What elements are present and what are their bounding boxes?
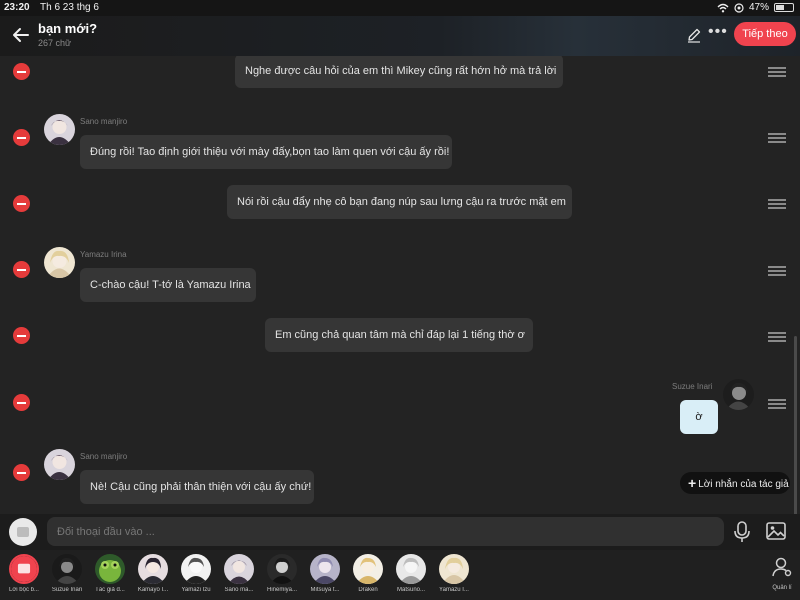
character-item[interactable]: Draken <box>348 554 388 593</box>
chapter-header: bạn mới? 267 chữ ••• Tiếp theo <box>0 16 800 56</box>
character-avatar <box>224 554 254 584</box>
narration-bubble[interactable]: Nói rồi cậu đẩy nhẹ cô bạn đang núp sau … <box>227 185 572 219</box>
drag-handle-icon[interactable] <box>768 332 786 342</box>
character-label: Lời bộc b... <box>9 587 39 593</box>
message-list[interactable]: Nghe được câu hỏi của em thì Mikey cũng … <box>0 56 800 514</box>
character-label: Tác giả đ... <box>95 587 125 593</box>
my-message-bubble[interactable]: ờ <box>680 400 718 434</box>
drag-handle-icon[interactable] <box>768 199 786 209</box>
character-label: Kamayo I... <box>137 587 169 593</box>
avatar-sano-manjiro[interactable] <box>44 114 75 145</box>
character-item[interactable]: Kamayo I... <box>133 554 173 593</box>
manage-person-icon <box>772 557 792 577</box>
character-item[interactable]: Matsuno... <box>391 554 431 593</box>
composer-bar <box>0 514 800 550</box>
narration-bubble[interactable]: Em cũng chả quan tâm mà chỉ đáp lại 1 ti… <box>265 318 533 352</box>
status-icons: 47% <box>717 2 794 13</box>
delete-message-button[interactable] <box>13 195 30 212</box>
narration-toggle-button[interactable] <box>9 518 37 546</box>
manage-label: Quản lí <box>772 585 792 591</box>
character-item[interactable]: Sano ma... <box>219 554 259 593</box>
back-arrow-icon[interactable] <box>10 24 32 46</box>
delete-message-button[interactable] <box>13 261 30 278</box>
character-avatar <box>439 554 469 584</box>
status-bar: 23:20 Th 6 23 thg 6 47% <box>0 0 800 16</box>
message-bubble[interactable]: Nè! Cậu cũng phải thân thiện với cậu ấy … <box>80 470 314 504</box>
character-avatar <box>353 554 383 584</box>
delete-message-button[interactable] <box>13 394 30 411</box>
character-avatar <box>95 554 125 584</box>
microphone-icon[interactable] <box>733 521 751 543</box>
character-item[interactable]: Yamazi Izu <box>176 554 216 593</box>
delete-message-button[interactable] <box>13 464 30 481</box>
character-label: Yamazu I... <box>439 587 469 593</box>
character-label: Hinemiya... <box>266 587 297 593</box>
character-item[interactable]: Mitsuya t... <box>305 554 345 593</box>
status-date: Th 6 23 thg 6 <box>40 2 99 13</box>
image-icon[interactable] <box>766 522 786 540</box>
sender-name: Yamazu Irina <box>80 250 127 259</box>
drag-handle-icon[interactable] <box>768 67 786 77</box>
pencil-icon[interactable] <box>686 27 702 43</box>
character-label: Sano ma... <box>224 587 254 593</box>
message-bubble[interactable]: C-chào cậu! T-tớ là Yamazu Irina <box>80 268 256 302</box>
character-label: Draken <box>358 587 378 593</box>
delete-message-button[interactable] <box>13 129 30 146</box>
status-time: 23:20 <box>4 2 30 13</box>
dialogue-input[interactable] <box>47 517 724 546</box>
character-avatar <box>181 554 211 584</box>
manage-characters-button[interactable]: Quản lí <box>768 556 796 591</box>
sender-name: Sano manjiro <box>80 452 128 461</box>
character-item[interactable]: Tác giả đ... <box>90 554 130 593</box>
character-avatar <box>267 554 297 584</box>
author-note-button[interactable]: + Lời nhắn của tác giả <box>680 472 790 494</box>
narration-bubble[interactable]: Nghe được câu hỏi của em thì Mikey cũng … <box>235 56 563 88</box>
drag-handle-icon[interactable] <box>768 266 786 276</box>
character-avatar <box>310 554 340 584</box>
delete-message-button[interactable] <box>13 327 30 344</box>
avatar-sano-manjiro[interactable] <box>44 449 75 480</box>
character-avatar <box>9 554 39 584</box>
character-strip: Lời bộc b... Suzue Inari Tác giả đ... Kamay… <box>0 550 800 600</box>
character-label: Suzue Inari <box>51 587 83 593</box>
plus-icon: + <box>688 475 697 491</box>
character-avatar <box>138 554 168 584</box>
character-item[interactable]: Lời bộc b... <box>4 554 44 593</box>
delete-message-button[interactable] <box>13 63 30 80</box>
scrollbar[interactable] <box>794 336 797 514</box>
battery-percent: 47% <box>748 2 769 13</box>
word-count: 267 chữ <box>38 38 72 48</box>
message-bubble[interactable]: Đúng rồi! Tao định giới thiệu với mày đấ… <box>80 135 452 169</box>
drag-handle-icon[interactable] <box>768 399 786 409</box>
drag-handle-icon[interactable] <box>768 133 786 143</box>
battery-icon <box>774 3 794 12</box>
character-avatar <box>396 554 426 584</box>
avatar-yamazu-irina[interactable] <box>44 247 75 278</box>
character-item[interactable]: Yamazu I... <box>434 554 474 593</box>
location-icon <box>734 2 744 13</box>
wifi-icon <box>717 3 729 12</box>
character-label: Matsuno... <box>396 587 425 593</box>
character-label: Mitsuya t... <box>310 587 340 593</box>
sender-name: Suzue Inari <box>672 382 713 391</box>
avatar-suzue-inari[interactable] <box>723 379 754 410</box>
author-note-label: Lời nhắn của tác giả <box>698 479 789 490</box>
character-label: Yamazi Izu <box>181 587 211 593</box>
chapter-title: bạn mới? <box>38 21 98 36</box>
more-options-button[interactable]: ••• <box>708 24 730 43</box>
character-item[interactable]: Hinemiya... <box>262 554 302 593</box>
next-button[interactable]: Tiếp theo <box>734 22 796 46</box>
character-item[interactable]: Suzue Inari <box>47 554 87 593</box>
sender-name: Sano manjiro <box>80 117 128 126</box>
character-avatar <box>52 554 82 584</box>
